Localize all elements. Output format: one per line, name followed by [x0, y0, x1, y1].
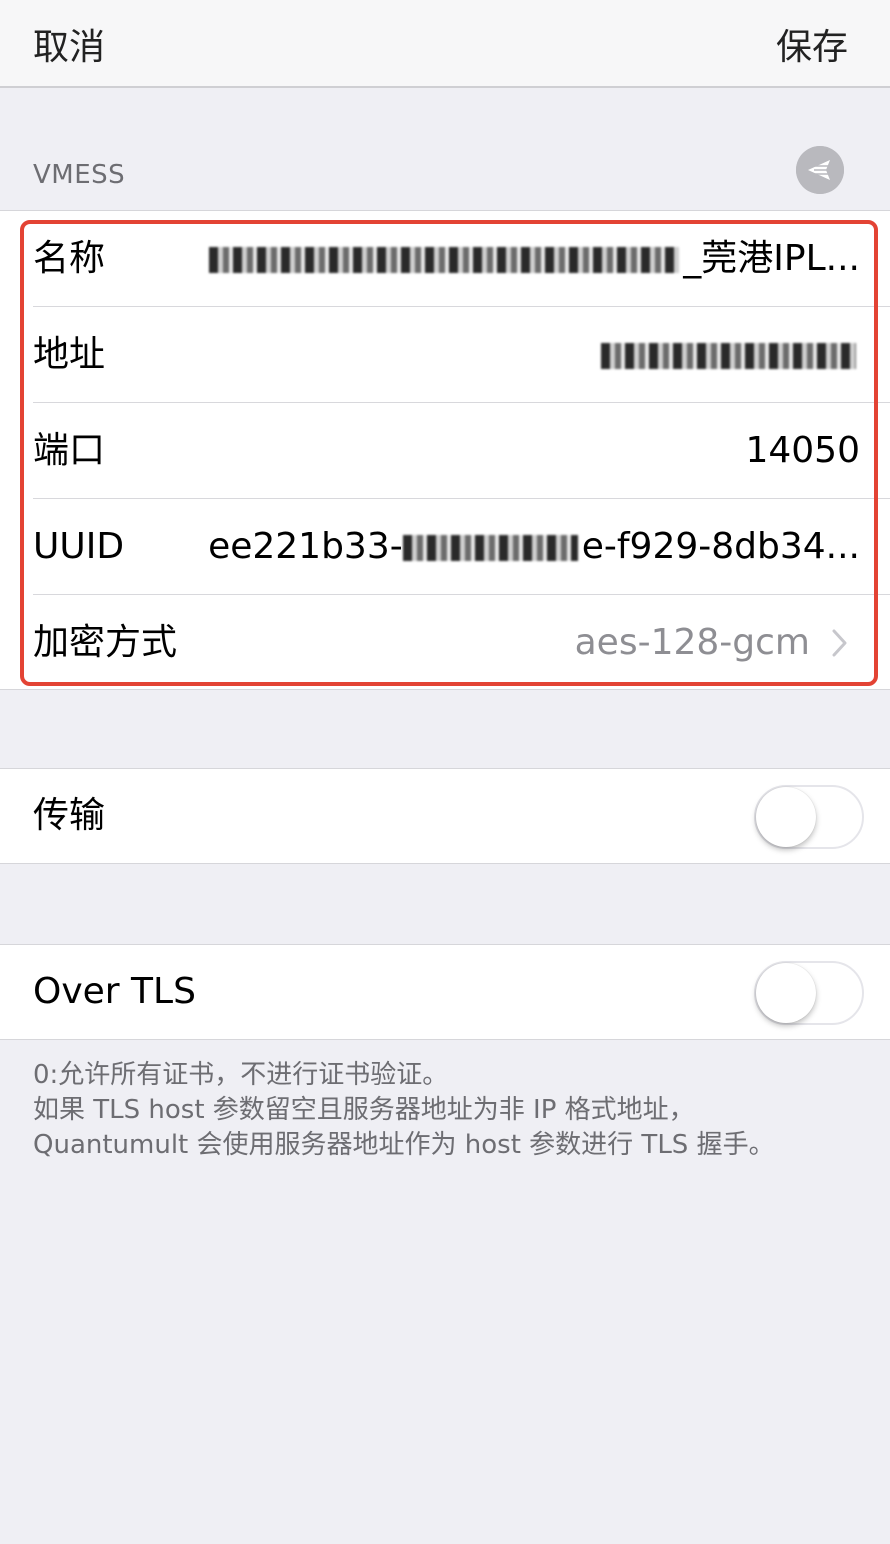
row-uuid[interactable]: UUID ee221b33- e-f929-8db34...	[0, 499, 890, 595]
cancel-button[interactable]: 取消	[33, 18, 105, 70]
name-value-suffix: _莞港IPL...	[683, 238, 860, 279]
navigation-bar: 取消 保存	[0, 0, 890, 88]
share-arrows-icon[interactable]	[796, 146, 844, 194]
uuid-label: UUID	[33, 526, 125, 567]
name-value[interactable]: _莞港IPL...	[209, 211, 860, 307]
row-name[interactable]: 名称 _莞港IPL...	[0, 211, 890, 307]
row-over-tls: Over TLS	[0, 945, 890, 1039]
server-settings-group: 名称 _莞港IPL... 地址 端口 14050 UUID ee221b33- e…	[0, 210, 890, 690]
redacted-text	[209, 247, 680, 273]
chevron-right-icon	[832, 629, 847, 657]
name-label: 名称	[33, 238, 106, 279]
port-label: 端口	[33, 430, 106, 471]
row-address[interactable]: 地址	[0, 307, 890, 403]
transport-group: 传输	[0, 768, 890, 864]
footer-line: 0:允许所有证书，不进行证书验证。	[33, 1060, 449, 1090]
encryption-label: 加密方式	[33, 622, 178, 663]
uuid-value-suffix: e-f929-8db34...	[581, 526, 860, 567]
redacted-text	[601, 343, 856, 369]
row-port[interactable]: 端口 14050	[0, 403, 890, 499]
toggle-knob	[756, 963, 816, 1023]
save-button[interactable]: 保存	[776, 18, 848, 70]
encryption-value: aes-128-gcm	[574, 622, 810, 663]
footer-line: Quantumult 会使用服务器地址作为 host 参数进行 TLS 握手。	[33, 1130, 775, 1160]
redacted-text	[402, 535, 578, 561]
section-header-vmess: VMESS	[33, 160, 126, 190]
transport-toggle[interactable]	[754, 785, 864, 849]
tls-group: Over TLS	[0, 944, 890, 1040]
over-tls-toggle[interactable]	[754, 961, 864, 1025]
uuid-value-prefix: ee221b33-	[208, 526, 403, 567]
row-encryption[interactable]: 加密方式 aes-128-gcm	[0, 595, 890, 691]
tls-footer-note: 0:允许所有证书，不进行证书验证。 如果 TLS host 参数留空且服务器地址…	[33, 1058, 863, 1163]
address-value[interactable]	[601, 307, 860, 403]
toggle-knob	[756, 787, 816, 847]
transport-label: 传输	[33, 795, 106, 836]
row-transport: 传输	[0, 769, 890, 863]
uuid-value[interactable]: ee221b33- e-f929-8db34...	[208, 499, 860, 595]
port-value[interactable]: 14050	[745, 403, 860, 499]
over-tls-label: Over TLS	[33, 971, 196, 1012]
address-label: 地址	[33, 334, 106, 375]
footer-line: 如果 TLS host 参数留空且服务器地址为非 IP 格式地址，	[33, 1095, 695, 1125]
